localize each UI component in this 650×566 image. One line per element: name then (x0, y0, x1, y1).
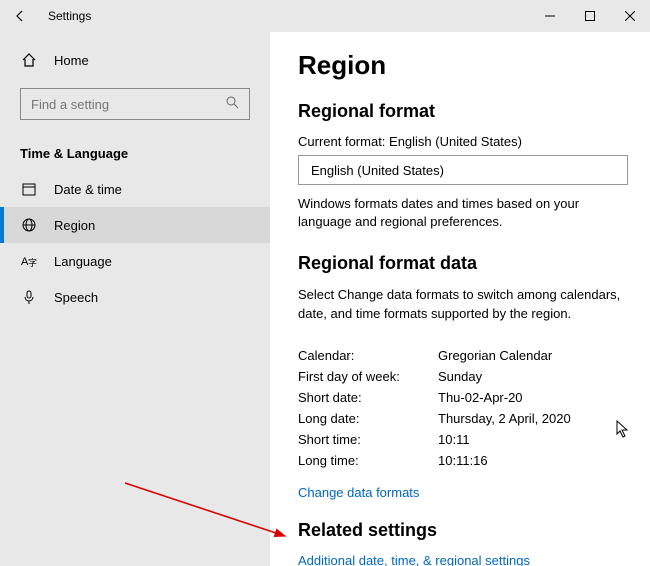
close-button[interactable] (610, 0, 650, 32)
nav-speech[interactable]: Speech (0, 279, 270, 315)
content-pane: Region Regional format Current format: E… (270, 32, 650, 566)
additional-settings-link[interactable]: Additional date, time, & regional settin… (298, 553, 622, 566)
nav-language[interactable]: A字 Language (0, 243, 270, 279)
data-row: Calendar:Gregorian Calendar (298, 345, 622, 366)
search-input[interactable] (20, 88, 250, 120)
related-heading: Related settings (298, 520, 622, 541)
change-formats-link[interactable]: Change data formats (298, 485, 622, 500)
nav-label: Language (54, 254, 112, 269)
svg-text:字: 字 (28, 257, 37, 268)
current-format-label: Current format: English (United States) (298, 134, 622, 149)
search-icon (225, 95, 239, 114)
regional-format-heading: Regional format (298, 101, 622, 122)
data-row: Long time:10:11:16 (298, 450, 622, 471)
minimize-button[interactable] (530, 0, 570, 32)
data-row: Short date:Thu-02-Apr-20 (298, 387, 622, 408)
home-nav[interactable]: Home (0, 44, 270, 76)
nav-date-time[interactable]: Date & time (0, 171, 270, 207)
data-row: Long date:Thursday, 2 April, 2020 (298, 408, 622, 429)
window-title: Settings (48, 9, 91, 23)
nav-label: Speech (54, 290, 98, 305)
home-label: Home (54, 53, 89, 68)
format-description: Windows formats dates and times based on… (298, 195, 622, 231)
search-field[interactable] (31, 97, 225, 112)
microphone-icon (20, 289, 38, 305)
sidebar: Home Time & Language Date & time Region … (0, 32, 270, 566)
home-icon (20, 52, 38, 68)
globe-icon (20, 217, 38, 233)
dropdown-value: English (United States) (311, 163, 444, 178)
page-heading: Region (298, 50, 622, 81)
calendar-icon (20, 181, 38, 197)
maximize-button[interactable] (570, 0, 610, 32)
titlebar: Settings (0, 0, 650, 32)
back-arrow-icon (13, 9, 27, 23)
format-dropdown[interactable]: English (United States) (298, 155, 628, 185)
format-data-heading: Regional format data (298, 253, 622, 274)
nav-label: Date & time (54, 182, 122, 197)
data-row: Short time:10:11 (298, 429, 622, 450)
back-button[interactable] (0, 0, 40, 32)
category-title: Time & Language (0, 132, 270, 171)
format-data-description: Select Change data formats to switch amo… (298, 286, 622, 322)
format-data-table: Calendar:Gregorian Calendar First day of… (298, 345, 622, 471)
nav-label: Region (54, 218, 95, 233)
window-controls (530, 0, 650, 32)
data-row: First day of week:Sunday (298, 366, 622, 387)
nav-region[interactable]: Region (0, 207, 270, 243)
language-icon: A字 (20, 253, 38, 269)
